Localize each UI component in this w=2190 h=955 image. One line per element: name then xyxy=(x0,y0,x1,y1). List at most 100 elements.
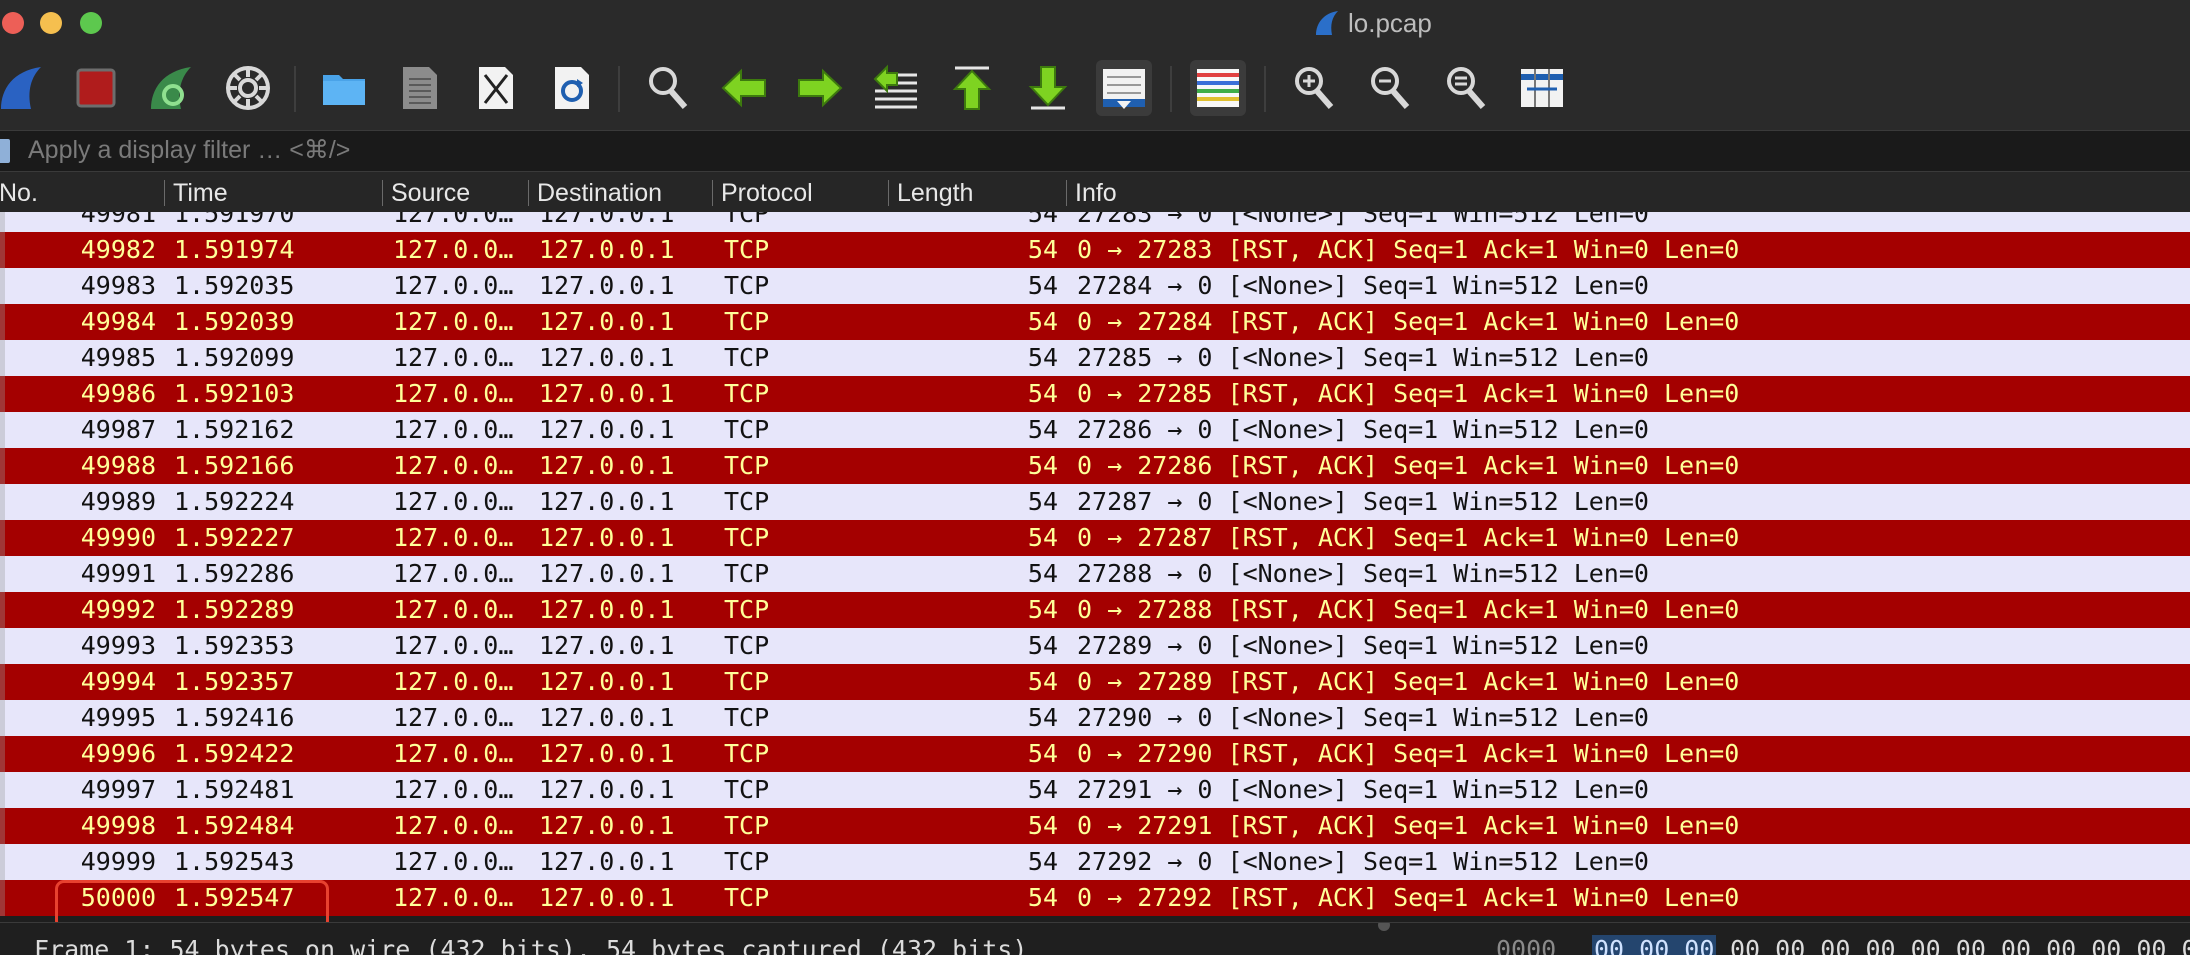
toolbar-separator xyxy=(1170,66,1172,112)
column-divider[interactable] xyxy=(382,180,383,206)
packet-source: 127.0.0… xyxy=(393,343,514,372)
packet-destination: 127.0.0.1 xyxy=(539,667,675,696)
packet-row[interactable]: 49990 1.592227 127.0.0… 127.0.0.1 TCP 54 0 → 2… xyxy=(0,520,2190,556)
packet-row[interactable]: 49983 1.592035 127.0.0… 127.0.0.1 TCP 54 27284… xyxy=(0,268,2190,304)
packet-destination: 127.0.0.1 xyxy=(539,415,675,444)
packet-row[interactable]: 49999 1.592543 127.0.0… 127.0.0.1 TCP 54 27292… xyxy=(0,844,2190,880)
packet-row[interactable]: 49991 1.592286 127.0.0… 127.0.0.1 TCP 54 27288… xyxy=(0,556,2190,592)
colorize-button[interactable] xyxy=(1190,60,1246,116)
packet-number: 49981 xyxy=(80,212,156,228)
packet-protocol: TCP xyxy=(724,523,770,552)
packet-row[interactable]: 49997 1.592481 127.0.0… 127.0.0.1 TCP 54 27291… xyxy=(0,772,2190,808)
go-back-button[interactable] xyxy=(716,60,772,116)
packet-list-header: No. Time Source Destination Protocol Len… xyxy=(0,172,2190,213)
packet-row[interactable]: 49992 1.592289 127.0.0… 127.0.0.1 TCP 54 0 → 2… xyxy=(0,592,2190,628)
minimize-window-button[interactable] xyxy=(40,12,62,34)
packet-row[interactable]: 49989 1.592224 127.0.0… 127.0.0.1 TCP 54 27287… xyxy=(0,484,2190,520)
column-header-info[interactable]: Info xyxy=(1068,172,2190,212)
packet-number: 49989 xyxy=(80,487,156,516)
column-divider[interactable] xyxy=(888,180,889,206)
go-to-packet-button[interactable] xyxy=(868,60,924,116)
packet-length: 54 xyxy=(1027,523,1058,552)
packet-row[interactable]: 49982 1.591974 127.0.0… 127.0.0.1 TCP 54 0 → 2… xyxy=(0,232,2190,268)
gear-icon xyxy=(226,66,270,110)
detail-pane-strip: Frame 1: 54 bytes on wire (432 bits), 54… xyxy=(0,922,2190,955)
zoom-out-button[interactable] xyxy=(1362,60,1418,116)
packet-length: 54 xyxy=(1027,703,1058,732)
column-header-time[interactable]: Time xyxy=(166,172,382,212)
column-header-length[interactable]: Length xyxy=(890,172,1066,212)
packet-source: 127.0.0… xyxy=(393,775,514,804)
packet-length: 54 xyxy=(1027,451,1058,480)
column-header-source[interactable]: Source xyxy=(384,172,528,212)
packet-destination: 127.0.0.1 xyxy=(539,487,675,516)
packet-info: 0 → 27284 [RST, ACK] Seq=1 Ack=1 Win=0 L… xyxy=(1077,307,1740,336)
packet-info: 27290 → 0 [<None>] Seq=1 Win=512 Len=0 xyxy=(1077,703,1649,732)
open-file-button[interactable] xyxy=(316,60,372,116)
packet-time: 1.592416 xyxy=(174,703,295,732)
go-first-packet-button[interactable] xyxy=(944,60,1000,116)
packet-row[interactable]: 49996 1.592422 127.0.0… 127.0.0.1 TCP 54 0 → 2… xyxy=(0,736,2190,772)
bytes-values[interactable]: 00 00 00 00 00 00 00 00 00 00 00 xyxy=(1730,935,2190,955)
go-last-packet-button[interactable] xyxy=(1020,60,1076,116)
save-file-button[interactable] xyxy=(392,60,448,116)
packet-length: 54 xyxy=(1027,559,1058,588)
packet-row[interactable]: 49994 1.592357 127.0.0… 127.0.0.1 TCP 54 0 → 2… xyxy=(0,664,2190,700)
close-window-button[interactable] xyxy=(2,12,24,34)
packet-row[interactable]: 49993 1.592353 127.0.0… 127.0.0.1 TCP 54 27289… xyxy=(0,628,2190,664)
column-divider[interactable] xyxy=(528,180,529,206)
column-header-protocol[interactable]: Protocol xyxy=(714,172,888,212)
packet-destination: 127.0.0.1 xyxy=(539,559,675,588)
packet-row[interactable]: 49995 1.592416 127.0.0… 127.0.0.1 TCP 54 27290… xyxy=(0,700,2190,736)
maximize-window-button[interactable] xyxy=(80,12,102,34)
column-divider[interactable] xyxy=(1066,180,1067,206)
packet-row[interactable]: 49987 1.592162 127.0.0… 127.0.0.1 TCP 54 27286… xyxy=(0,412,2190,448)
bytes-selected[interactable]: 00 00 00 xyxy=(1592,935,1717,955)
column-header-destination[interactable]: Destination xyxy=(530,172,712,212)
packet-detail-line[interactable]: Frame 1: 54 bytes on wire (432 bits), 54… xyxy=(34,935,1027,955)
packet-time: 1.592353 xyxy=(174,631,295,660)
packet-number: 49982 xyxy=(80,235,156,264)
display-filter-input[interactable] xyxy=(16,134,2190,166)
packet-number: 49998 xyxy=(80,811,156,840)
binary-file-icon xyxy=(403,67,437,109)
splitter-handle[interactable] xyxy=(1378,923,1390,931)
packet-row[interactable]: 49986 1.592103 127.0.0… 127.0.0.1 TCP 54 0 → 2… xyxy=(0,376,2190,412)
title-bar: lo.pcap xyxy=(0,0,2190,46)
autoscroll-icon xyxy=(1103,69,1145,109)
packet-source: 127.0.0… xyxy=(393,595,514,624)
packet-row[interactable]: 49985 1.592099 127.0.0… 127.0.0.1 TCP 54 27285… xyxy=(0,340,2190,376)
packet-info: 27285 → 0 [<None>] Seq=1 Win=512 Len=0 xyxy=(1077,343,1649,372)
packet-time: 1.592357 xyxy=(174,667,295,696)
column-divider[interactable] xyxy=(712,180,713,206)
packet-row[interactable]: 49984 1.592039 127.0.0… 127.0.0.1 TCP 54 0 → 2… xyxy=(0,304,2190,340)
filter-bookmark-icon[interactable] xyxy=(0,139,10,163)
packet-destination: 127.0.0.1 xyxy=(539,847,675,876)
packet-row[interactable]: 49998 1.592484 127.0.0… 127.0.0.1 TCP 54 0 → 2… xyxy=(0,808,2190,844)
packet-length: 54 xyxy=(1027,595,1058,624)
find-packet-button[interactable] xyxy=(640,60,696,116)
reload-file-button[interactable] xyxy=(544,60,600,116)
stop-capture-button[interactable] xyxy=(68,60,124,116)
packet-info: 0 → 27290 [RST, ACK] Seq=1 Ack=1 Win=0 L… xyxy=(1077,739,1740,768)
packet-length: 54 xyxy=(1027,667,1058,696)
start-capture-button[interactable] xyxy=(0,60,50,116)
restart-capture-button[interactable] xyxy=(144,60,200,116)
packet-time: 1.591970 xyxy=(174,212,295,228)
packet-list[interactable]: 49981 1.591970 127.0.0… 127.0.0.1 TCP 54 27283… xyxy=(0,212,2190,922)
zoom-in-button[interactable] xyxy=(1286,60,1342,116)
column-divider[interactable] xyxy=(164,180,165,206)
packet-row[interactable]: 49981 1.591970 127.0.0… 127.0.0.1 TCP 54 27283… xyxy=(0,212,2190,232)
zoom-normal-button[interactable] xyxy=(1438,60,1494,116)
packet-time: 1.592286 xyxy=(174,559,295,588)
close-file-button[interactable] xyxy=(468,60,524,116)
resize-columns-button[interactable] xyxy=(1514,60,1570,116)
capture-options-button[interactable] xyxy=(220,60,276,116)
go-forward-button[interactable] xyxy=(792,60,848,116)
packet-time: 1.592289 xyxy=(174,595,295,624)
packet-destination: 127.0.0.1 xyxy=(539,235,675,264)
autoscroll-button[interactable] xyxy=(1096,60,1152,116)
column-header-no[interactable]: No. xyxy=(0,172,164,212)
toolbar-separator xyxy=(294,66,296,112)
packet-row[interactable]: 49988 1.592166 127.0.0… 127.0.0.1 TCP 54 0 → 2… xyxy=(0,448,2190,484)
